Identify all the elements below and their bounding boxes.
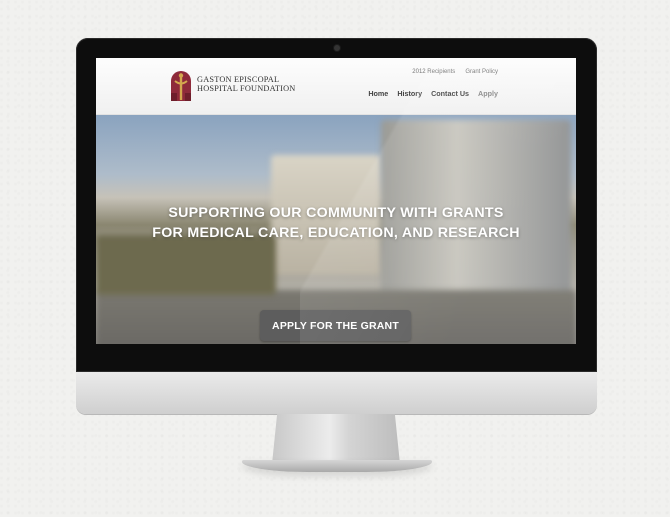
hero-headline-line-1: Supporting our community with grants <box>168 205 504 221</box>
camera-icon <box>334 45 340 51</box>
logo-line-2: Hospital Foundation <box>197 84 296 93</box>
utility-links: 2012 Recipients Grant Policy <box>412 69 498 75</box>
hero-banner: Supporting our community with grants for… <box>96 115 576 344</box>
website-screen: Gaston Episcopal Hospital Foundation 201… <box>96 58 576 344</box>
link-grant-policy[interactable]: Grant Policy <box>465 69 498 75</box>
nav-apply[interactable]: Apply <box>478 89 498 98</box>
nav-history[interactable]: History <box>397 89 422 98</box>
logo-wordmark[interactable]: Gaston Episcopal Hospital Foundation <box>197 75 317 93</box>
nav-home[interactable]: Home <box>368 89 388 98</box>
nav-contact-us[interactable]: Contact Us <box>431 89 469 98</box>
link-2012-recipients[interactable]: 2012 Recipients <box>412 69 455 75</box>
hero-trees <box>96 235 276 295</box>
hero-headline-line-2: for medical care, education, and researc… <box>152 225 520 241</box>
monitor-chin <box>76 372 597 414</box>
main-nav: Home History Contact Us Apply <box>368 89 498 98</box>
site-header: Gaston Episcopal Hospital Foundation 201… <box>96 58 576 115</box>
apply-for-grant-button[interactable]: Apply for the grant <box>260 310 411 341</box>
hero-headline: Supporting our community with grants for… <box>96 203 576 243</box>
monitor-stand <box>272 414 400 464</box>
logo-line-1: Gaston Episcopal <box>197 75 280 84</box>
monitor-stand-base <box>242 460 432 472</box>
logo-icon <box>171 71 191 101</box>
